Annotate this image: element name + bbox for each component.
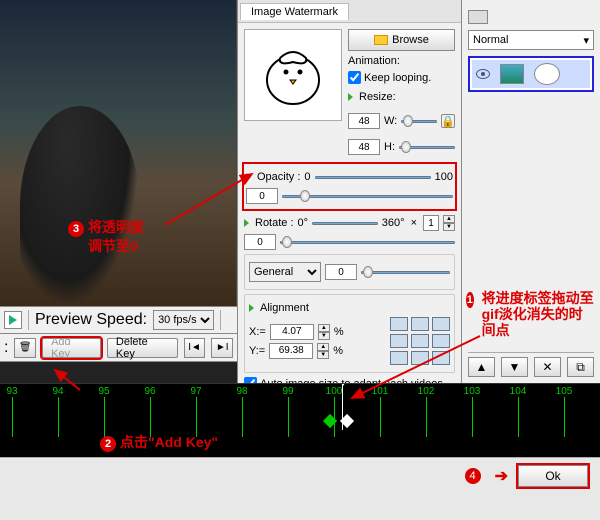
tab-image-watermark[interactable]: Image Watermark xyxy=(240,3,349,20)
keep-looping-checkbox[interactable]: Keep looping. xyxy=(348,71,455,84)
timeline-ruler[interactable]: 93949596979899100101102103104105 xyxy=(0,384,600,430)
annotation-1: 1 将进度标签拖动至gif淡化消失的时间点 xyxy=(466,290,596,338)
alignment-grid[interactable] xyxy=(390,317,450,365)
opacity-slider[interactable] xyxy=(282,188,453,204)
delete-key-button[interactable]: Delete Key xyxy=(107,338,178,358)
marker-1: 1 xyxy=(466,292,474,308)
delete-icon-button[interactable]: 🗑 xyxy=(14,338,36,358)
timeline-tick: 99 xyxy=(268,386,308,437)
marker-4: 4 xyxy=(465,468,481,484)
preview-speed-select[interactable]: 30 fps/s xyxy=(153,310,214,330)
opacity-label: Opacity : xyxy=(257,171,300,183)
rotate-input[interactable] xyxy=(244,234,276,250)
align-y-input[interactable] xyxy=(269,343,313,359)
key-toolbar: : 🗑 Add Key Delete Key I◄ ►I xyxy=(0,334,237,362)
opacity-group-highlight: Opacity : 0 100 xyxy=(244,164,455,209)
play-icon xyxy=(9,315,17,325)
general-select[interactable]: General xyxy=(249,262,321,282)
chevron-down-icon: ▾ xyxy=(583,34,589,47)
general-slider[interactable] xyxy=(361,264,450,280)
animation-label: Animation: xyxy=(348,55,455,67)
lock-aspect-button[interactable]: 🔒 xyxy=(441,114,455,128)
browse-button[interactable]: Browse xyxy=(348,29,455,51)
timeline-tick: 93 xyxy=(0,386,32,437)
timeline-tick: 102 xyxy=(406,386,446,437)
add-key-button[interactable]: Add Key xyxy=(42,338,101,358)
opacity-max: 100 xyxy=(435,171,453,183)
watermark-bird-icon xyxy=(258,40,328,110)
timeline-tick: 105 xyxy=(544,386,584,437)
arrow-icon: ➔ xyxy=(495,466,508,486)
expand-icon[interactable] xyxy=(244,219,249,227)
opacity-marker-slider xyxy=(315,169,431,185)
resize-h-input[interactable] xyxy=(348,139,380,155)
resize-h-slider[interactable] xyxy=(399,139,455,155)
next-key-button[interactable]: ►I xyxy=(211,338,233,358)
watermark-panel: Image Watermark Browse An xyxy=(237,0,462,383)
general-input[interactable] xyxy=(325,264,357,280)
watermark-thumbnail[interactable] xyxy=(244,29,342,121)
layers-panel: Normal▾ 1 将进度标签拖动至gif淡化消失的时间点 ▲ ▼ ✕ ⧉ xyxy=(462,0,600,383)
delete-layer-button[interactable]: ✕ xyxy=(534,357,561,377)
timeline: You can press 'Shift' and drag key point… xyxy=(0,383,600,457)
resize-w-input[interactable] xyxy=(348,113,380,129)
key-prefix: : xyxy=(4,339,8,357)
eye-icon[interactable] xyxy=(476,69,490,79)
layer-video-thumb xyxy=(500,64,524,84)
printer-icon[interactable] xyxy=(468,10,488,24)
layers-list xyxy=(468,56,594,92)
expand-icon[interactable] xyxy=(249,304,254,312)
timeline-tick: 104 xyxy=(498,386,538,437)
annotation-3: 3将透明度 调节至0 xyxy=(68,218,144,255)
ok-button[interactable]: Ok xyxy=(518,465,588,487)
preview-speed-label: Preview Speed: xyxy=(35,311,147,329)
preview-toolbar: Preview Speed: 30 fps/s xyxy=(0,306,237,334)
timeline-tick: 95 xyxy=(84,386,124,437)
preview-column: 3将透明度 调节至0 Preview Speed: 30 fps/s : 🗑 A… xyxy=(0,0,237,383)
marker-3: 3 xyxy=(68,221,84,237)
timeline-tick: 97 xyxy=(176,386,216,437)
timeline-tick: 96 xyxy=(130,386,170,437)
blend-mode-select[interactable]: Normal▾ xyxy=(468,30,594,50)
play-button[interactable] xyxy=(4,311,22,329)
move-down-button[interactable]: ▼ xyxy=(501,357,528,377)
opacity-min: 0 xyxy=(304,171,310,183)
expand-icon[interactable] xyxy=(246,173,251,181)
opacity-input[interactable] xyxy=(246,188,278,204)
timeline-tick: 100 xyxy=(314,386,354,437)
x-spinner[interactable]: ▲▼ xyxy=(318,324,330,340)
align-x-input[interactable] xyxy=(270,324,314,340)
timeline-tick: 103 xyxy=(452,386,492,437)
bottom-bar: 4 ➔ Ok xyxy=(0,457,600,493)
resize-label: Resize: xyxy=(359,91,396,103)
timeline-tick: 94 xyxy=(38,386,78,437)
resize-w-slider[interactable] xyxy=(401,113,437,129)
layer-ops: ▲ ▼ ✕ ⧉ xyxy=(468,352,594,377)
folder-icon xyxy=(374,35,388,45)
panel-tabs: Image Watermark xyxy=(238,0,461,23)
rotate-mult-spinner[interactable]: ▲▼ xyxy=(443,215,455,231)
rotate-mult-input[interactable] xyxy=(423,215,439,231)
layer-watermark-thumb xyxy=(534,63,560,85)
duplicate-layer-button[interactable]: ⧉ xyxy=(567,357,594,377)
marker-2: 2 xyxy=(100,436,116,452)
expand-icon[interactable] xyxy=(348,93,353,101)
rotate-slider[interactable] xyxy=(280,234,455,250)
timeline-tick: 98 xyxy=(222,386,262,437)
rotate-label: Rotate : xyxy=(255,217,294,229)
move-up-button[interactable]: ▲ xyxy=(468,357,495,377)
rotate-marker xyxy=(312,215,378,231)
timeline-tick: 101 xyxy=(360,386,400,437)
y-spinner[interactable]: ▲▼ xyxy=(317,343,329,359)
video-preview[interactable]: 3将透明度 调节至0 xyxy=(0,0,237,306)
layer-row[interactable] xyxy=(472,60,590,88)
annotation-2: 2点击"Add Key" xyxy=(100,432,218,452)
alignment-label: Alignment xyxy=(260,302,309,314)
prev-key-button[interactable]: I◄ xyxy=(184,338,206,358)
